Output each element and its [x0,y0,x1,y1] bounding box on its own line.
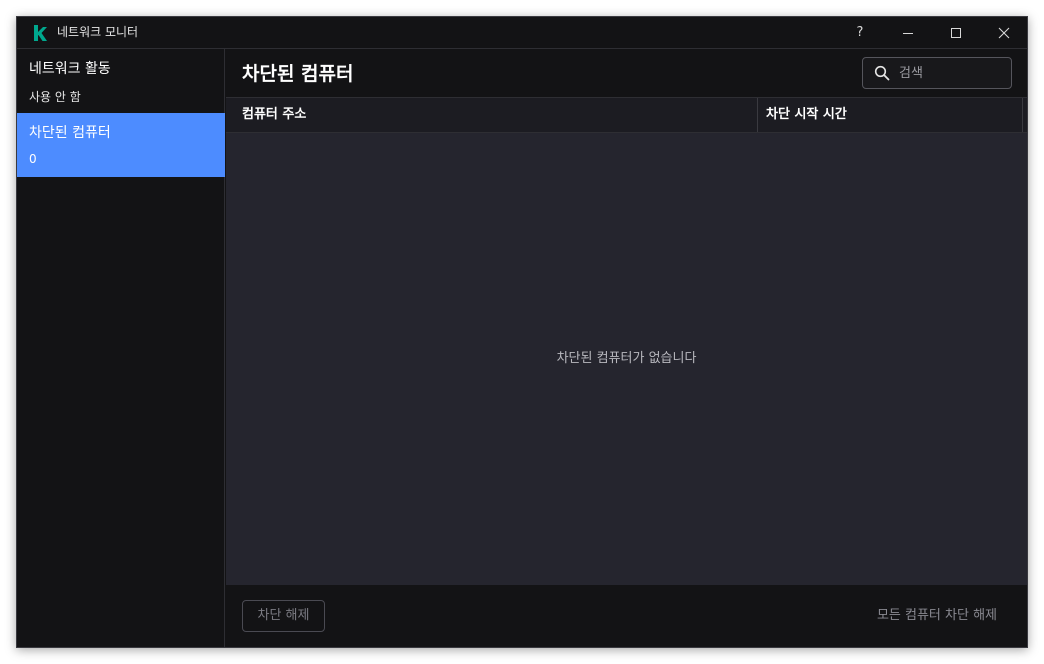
search-box[interactable] [862,57,1012,89]
sidebar-item-status: 사용 안 함 [29,90,81,104]
maximize-icon [951,27,961,38]
maximize-button[interactable] [933,17,979,48]
footer: 차단 해제 모든 컴퓨터 차단 해제 [226,585,1027,647]
table-body: 차단된 컴퓨터가 없습니다 [226,133,1027,585]
network-monitor-window: 네트워크 모니터 ? 네트워크 활동 사용 안 함 차단된 컴퓨터 0 차단된 … [16,16,1028,648]
minimize-icon [903,32,913,34]
close-icon [998,27,1010,38]
sidebar-item-blocked-computers[interactable]: 차단된 컴퓨터 0 [17,113,225,177]
search-icon [874,65,890,81]
app-logo-icon [34,25,47,41]
sidebar-item-network-activity[interactable]: 네트워크 활동 사용 안 함 [17,49,225,113]
help-icon: ? [856,25,864,40]
empty-state-message: 차단된 컴퓨터가 없습니다 [556,351,697,366]
page-title: 차단된 컴퓨터 [242,63,354,85]
search-input[interactable] [899,58,1005,88]
column-header-computer-address[interactable]: 컴퓨터 주소 [226,98,758,132]
sidebar-item-count: 0 [29,152,37,166]
sidebar-item-label: 네트워크 활동 [29,61,111,77]
sidebar: 네트워크 활동 사용 안 함 차단된 컴퓨터 0 [17,49,225,647]
unblock-all-button[interactable]: 모든 컴퓨터 차단 해제 [877,600,997,632]
main-content: 차단된 컴퓨터 컴퓨터 주소 차단 시작 시간 차단된 컴퓨터가 없습니다 차단… [226,49,1027,647]
close-button[interactable] [981,17,1027,48]
sidebar-item-label: 차단된 컴퓨터 [29,125,111,141]
window-title: 네트워크 모니터 [57,25,139,39]
help-button[interactable]: ? [837,17,883,48]
column-header-block-start-time[interactable]: 차단 시작 시간 [758,98,1023,132]
title-bar[interactable]: 네트워크 모니터 ? [17,17,1027,49]
table-header: 컴퓨터 주소 차단 시작 시간 [226,97,1027,133]
unblock-button[interactable]: 차단 해제 [242,600,325,632]
minimize-button[interactable] [885,17,931,48]
